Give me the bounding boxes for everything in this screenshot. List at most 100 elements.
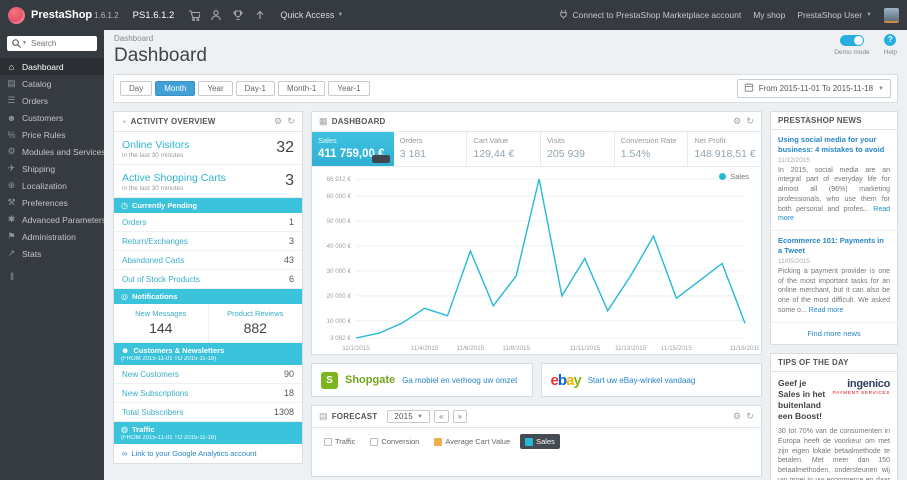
orange-square-icon bbox=[434, 437, 443, 446]
forecast-legend-traffic[interactable]: Traffic bbox=[319, 434, 360, 449]
forecast-legend-sales[interactable]: Sales bbox=[520, 434, 560, 449]
forecast-year-select[interactable]: 2015 ▼ bbox=[387, 410, 431, 423]
news-item: Ecommerce 101: Payments in a Tweet 11/05… bbox=[771, 231, 897, 323]
refresh-icon[interactable]: ↻ bbox=[287, 116, 295, 127]
search-icon bbox=[11, 38, 22, 52]
shipping-icon: ✈ bbox=[7, 163, 16, 173]
google-analytics-link[interactable]: ∞ Link to your Google Analytics account bbox=[114, 444, 302, 463]
refresh-icon[interactable]: ↻ bbox=[746, 411, 754, 422]
forecast-next-button[interactable]: » bbox=[452, 410, 467, 423]
pending-row-returns[interactable]: Return/Exchanges 3 bbox=[114, 232, 302, 251]
trophy-icon[interactable] bbox=[232, 9, 244, 21]
link-icon: ∞ bbox=[122, 449, 128, 458]
brand-version: 1.6.1.2 bbox=[94, 11, 119, 20]
forecast-legend-conversion[interactable]: Conversion bbox=[365, 434, 424, 449]
user-menu[interactable]: PrestaShop User ▼ bbox=[797, 10, 872, 20]
gear-icon[interactable]: ⚙ bbox=[733, 411, 741, 422]
legend-dot-icon bbox=[719, 173, 727, 180]
marketplace-link[interactable]: Connect to PrestaShop Marketplace accoun… bbox=[558, 8, 741, 22]
svg-text:11/11/2015: 11/11/2015 bbox=[570, 345, 601, 352]
filter-button-year-1[interactable]: Year-1 bbox=[328, 81, 370, 96]
kpi-row: Sales 411 759,00 € Orders 3 181 Cart Val… bbox=[312, 132, 761, 167]
sidebar-item-modules[interactable]: ⚙ Modules and Services bbox=[0, 143, 104, 160]
activity-clock-icon: ◔ bbox=[121, 116, 127, 127]
new-messages-cell[interactable]: New Messages 144 bbox=[114, 304, 209, 342]
customers-row-total-subscribers[interactable]: Total Subscribers 1308 bbox=[114, 403, 302, 422]
filter-button-day-1[interactable]: Day-1 bbox=[235, 81, 275, 96]
sidebar-item-catalog[interactable]: ▤ Catalog bbox=[0, 75, 104, 92]
kpi-net-profit[interactable]: Net Profit 148 918,51 € bbox=[688, 132, 761, 166]
kpi-visits[interactable]: Visits 205 939 bbox=[541, 132, 615, 166]
traffic-header: ◍ Traffic (FROM 2015-11-01 TO 2015-11-18) bbox=[114, 422, 302, 444]
kpi-cart-value[interactable]: Cart Value 129,44 € bbox=[467, 132, 542, 166]
kpi-sales[interactable]: Sales 411 759,00 € bbox=[312, 132, 394, 166]
pending-row-orders[interactable]: Orders 1 bbox=[114, 213, 302, 232]
news-headline-link[interactable]: Ecommerce 101: Payments in a Tweet bbox=[778, 236, 890, 256]
ebay-link[interactable]: Start uw eBay-winkel vandaag bbox=[588, 376, 696, 385]
filter-button-month-1[interactable]: Month-1 bbox=[277, 81, 326, 96]
help-icon[interactable]: ? bbox=[884, 34, 897, 46]
sidebar-item-orders[interactable]: ☰ Orders bbox=[0, 92, 104, 109]
shopgate-link[interactable]: Ga mobiel en verhoog uw omzet bbox=[402, 376, 517, 385]
plug-icon bbox=[558, 8, 569, 22]
refresh-icon[interactable]: ↻ bbox=[746, 116, 754, 127]
find-more-news-link[interactable]: Find more news bbox=[771, 323, 897, 344]
orders-notification-icon[interactable] bbox=[188, 9, 201, 21]
quick-access-menu[interactable]: Quick Access ▼ bbox=[280, 10, 343, 20]
sidebar-collapse-button[interactable]: ‖ bbox=[10, 272, 104, 283]
forecast-legend-average-cart-value[interactable]: Average Cart Value bbox=[429, 434, 515, 449]
user-avatar[interactable] bbox=[884, 7, 899, 23]
read-more-link[interactable]: Read more bbox=[809, 307, 844, 314]
filter-button-year[interactable]: Year bbox=[198, 81, 233, 96]
news-panel-title: PRESTASHOP NEWS bbox=[778, 116, 862, 125]
breadcrumb[interactable]: Dashboard bbox=[114, 34, 897, 43]
sidebar-item-administration[interactable]: ⚑ Administration bbox=[0, 228, 104, 245]
prestashop-logo-icon[interactable] bbox=[8, 6, 25, 24]
arrow-up-icon[interactable] bbox=[254, 9, 266, 21]
sidebar-item-dashboard[interactable]: ⌂ Dashboard bbox=[0, 58, 104, 75]
checkbox-icon bbox=[370, 437, 379, 446]
brand-name: PrestaShop bbox=[31, 9, 93, 21]
customers-row-new-customers[interactable]: New Customers 90 bbox=[114, 365, 302, 384]
news-item: Using social media for your business: 4 … bbox=[771, 130, 897, 232]
sidebar-item-preferences[interactable]: ⚒ Preferences bbox=[0, 194, 104, 211]
pending-row-out-of-stock[interactable]: Out of Stock Products 6 bbox=[114, 270, 302, 289]
brand-title[interactable]: PrestaShop 1.6.1.2 bbox=[31, 9, 119, 21]
shopgate-logo-icon: S bbox=[321, 371, 338, 389]
sidebar-item-price-rules[interactable]: % Price Rules bbox=[0, 126, 104, 143]
demo-mode-toggle[interactable] bbox=[839, 35, 864, 46]
sidebar-item-stats[interactable]: ↗ Stats bbox=[0, 245, 104, 262]
sidebar: ▼ ⌂Dashboard ▤Catalog ☰Orders ☻Customers… bbox=[0, 30, 104, 480]
chart-legend[interactable]: Sales bbox=[719, 172, 749, 181]
gear-icon[interactable]: ⚙ bbox=[733, 116, 741, 127]
sidebar-item-localization[interactable]: ⊕ Localization bbox=[0, 177, 104, 194]
sales-line-chart[interactable]: 66 912 € 60 000 € 50 000 € 40 000 € 30 000 €… bbox=[314, 171, 759, 354]
kpi-conversion-rate[interactable]: Conversion Rate 1.54% bbox=[615, 132, 689, 166]
pending-row-abandoned-carts[interactable]: Abandoned Carts 43 bbox=[114, 251, 302, 270]
my-shop-link[interactable]: My shop bbox=[753, 10, 785, 20]
active-carts-stat[interactable]: Active Shopping Carts in the last 30 min… bbox=[114, 165, 302, 198]
product-reviews-cell[interactable]: Product Reviews 882 bbox=[209, 304, 303, 342]
date-range-picker[interactable]: From 2015-11-01 To 2015-11-18 ▼ bbox=[736, 79, 891, 98]
tips-body: 30 tot 70% van de consumenten in Europa … bbox=[778, 427, 890, 480]
filter-button-day[interactable]: Day bbox=[120, 81, 153, 96]
toggle-knob bbox=[853, 36, 863, 45]
customers-notification-icon[interactable] bbox=[210, 9, 222, 21]
preferences-icon: ⚒ bbox=[7, 197, 16, 207]
chevron-down-icon: ▼ bbox=[866, 12, 872, 18]
sidebar-item-advanced-parameters[interactable]: ✱ Advanced Parameters bbox=[0, 211, 104, 228]
news-headline-link[interactable]: Using social media for your business: 4 … bbox=[778, 135, 890, 155]
kpi-orders[interactable]: Orders 3 181 bbox=[394, 132, 468, 166]
sidebar-item-shipping[interactable]: ✈ Shipping bbox=[0, 160, 104, 177]
shop-name-link[interactable]: PS1.6.1.2 bbox=[133, 10, 175, 21]
sidebar-search: ▼ bbox=[7, 36, 97, 51]
gear-icon[interactable]: ⚙ bbox=[274, 116, 282, 127]
customers-row-new-subscriptions[interactable]: New Subscriptions 18 bbox=[114, 384, 302, 403]
online-visitors-stat[interactable]: Online Visitors in the last 30 minutes 3… bbox=[114, 132, 302, 165]
forecast-panel-title: FORECAST bbox=[331, 412, 378, 421]
forecast-prev-button[interactable]: « bbox=[434, 410, 449, 423]
search-scope-caret-icon[interactable]: ▼ bbox=[22, 40, 27, 46]
sidebar-item-customers[interactable]: ☻ Customers bbox=[0, 109, 104, 126]
filter-button-month[interactable]: Month bbox=[155, 81, 196, 96]
svg-text:11/1/2015: 11/1/2015 bbox=[342, 345, 370, 352]
